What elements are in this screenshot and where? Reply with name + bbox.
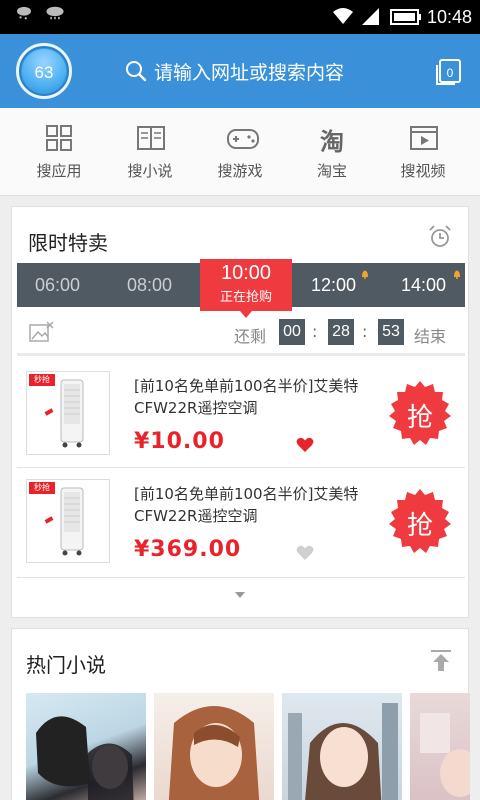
quick-nav-label: 搜视频 xyxy=(400,162,446,180)
grab-button[interactable]: 抢 xyxy=(388,489,452,553)
no-image-icon[interactable] xyxy=(28,321,54,345)
air-cooler-image xyxy=(44,379,84,448)
quick-nav-apps[interactable]: 搜应用 xyxy=(19,108,99,196)
avatar-score: 63 xyxy=(34,63,54,82)
clock: 10:48 xyxy=(426,7,472,27)
active-time-slot[interactable]: 10:00 正在抢购 xyxy=(200,259,292,318)
novel-cover[interactable] xyxy=(26,693,146,800)
grab-label: 抢 xyxy=(406,403,433,433)
hot-novels-title: 热门小说 xyxy=(26,653,106,677)
cover-art xyxy=(288,703,398,800)
countdown-prefix: 还剩 xyxy=(234,327,267,346)
quick-nav-games[interactable]: 搜游戏 xyxy=(200,108,280,196)
cloud-rain-icon xyxy=(46,6,64,20)
book-icon xyxy=(137,126,165,150)
status-bar: 10:48 xyxy=(0,0,480,34)
air-cooler-image xyxy=(44,487,84,556)
product-name: [前10名免单前100名半价]艾美特CFW22R遥控空调 xyxy=(134,485,359,525)
bell-icon xyxy=(454,270,460,279)
quick-nav-taobao[interactable]: 淘 淘宝 xyxy=(292,108,372,196)
countdown-seconds: 53 xyxy=(378,319,404,345)
divider xyxy=(17,577,465,578)
cover-art xyxy=(168,706,260,800)
countdown-suffix: 结束 xyxy=(414,327,447,346)
heart-outline-icon[interactable] xyxy=(296,545,314,561)
wifi-icon xyxy=(333,8,353,24)
browser-header: 63 请输入网址或搜索内容 0 xyxy=(0,34,480,108)
quick-nav: 搜应用 搜小说 搜游戏 淘 淘宝 搜视频 xyxy=(0,108,480,196)
cover-art xyxy=(420,713,470,797)
gamepad-icon xyxy=(227,129,259,149)
active-slot-time: 10:00 xyxy=(220,262,272,284)
quick-nav-label: 淘宝 xyxy=(316,162,347,180)
video-icon xyxy=(410,126,438,150)
quick-nav-label: 搜应用 xyxy=(36,162,82,180)
taobao-icon: 淘 xyxy=(320,128,344,156)
search-icon xyxy=(126,61,147,82)
novel-cover[interactable] xyxy=(154,693,274,800)
product-image: 秒抢 xyxy=(26,371,110,455)
heart-filled-icon[interactable] xyxy=(296,437,314,453)
novel-cover-row xyxy=(26,693,470,800)
search-placeholder: 请输入网址或搜索内容 xyxy=(154,61,345,84)
time-slot[interactable]: 14:00 xyxy=(401,275,446,296)
product-item[interactable]: 秒抢 [前10名免单前100名半价]艾美特CFW22R遥控空调 ¥369.00 … xyxy=(12,473,470,583)
divider xyxy=(17,467,465,468)
cover-art xyxy=(36,716,134,800)
divider xyxy=(17,353,465,356)
bell-icon xyxy=(362,270,368,279)
score-avatar[interactable]: 63 xyxy=(16,43,72,99)
grab-button[interactable]: 抢 xyxy=(388,381,452,445)
quick-nav-video[interactable]: 搜视频 xyxy=(383,108,463,196)
time-slot[interactable]: 12:00 xyxy=(311,275,356,296)
product-price: ¥369.00 xyxy=(134,537,242,562)
countdown-colon: : xyxy=(362,322,368,341)
time-slot[interactable]: 06:00 xyxy=(35,275,80,296)
battery-icon xyxy=(390,9,421,25)
product-item[interactable]: 秒抢 [前10名免单前100名半价]艾美特CFW22R遥控空调 ¥10.00 抢 xyxy=(12,365,470,475)
expand-more-icon[interactable] xyxy=(234,591,246,599)
countdown-colon: : xyxy=(312,322,318,341)
signal-icon xyxy=(362,8,379,25)
product-price: ¥10.00 xyxy=(134,429,225,454)
quick-nav-label: 搜小说 xyxy=(127,162,173,180)
scroll-to-top-icon[interactable] xyxy=(430,649,452,673)
cloud-snow-icon xyxy=(17,6,31,20)
tabs-icon[interactable]: 0 xyxy=(434,56,464,86)
quick-nav-label: 搜游戏 xyxy=(217,162,263,180)
novel-cover[interactable] xyxy=(282,693,402,800)
active-slot-status: 正在抢购 xyxy=(219,290,272,305)
hot-novels-card: 热门小说 xyxy=(11,628,470,800)
product-name: [前10名免单前100名半价]艾美特CFW22R遥控空调 xyxy=(134,377,359,417)
countdown-hours: 00 xyxy=(279,319,305,345)
alarm-clock-icon[interactable] xyxy=(428,225,452,249)
flash-sale-title: 限时特卖 xyxy=(28,231,108,255)
time-slot-bar: 06:00 08:00 10:00 正在抢购 12:00 14:00 xyxy=(17,259,465,318)
flash-sale-card: 限时特卖 06:00 08:00 10:00 正在抢购 12:00 14:00 … xyxy=(11,206,469,618)
countdown-row: 还剩 00 : 28 : 53 结束 xyxy=(12,317,470,351)
search-bar[interactable]: 请输入网址或搜索内容 xyxy=(124,56,344,86)
quick-nav-novels[interactable]: 搜小说 xyxy=(110,108,190,196)
product-image: 秒抢 xyxy=(26,479,110,563)
grab-label: 抢 xyxy=(406,511,433,541)
novel-cover[interactable] xyxy=(410,693,470,800)
countdown-minutes: 28 xyxy=(328,319,354,345)
apps-grid-icon xyxy=(46,125,72,151)
svg-text:0: 0 xyxy=(447,66,454,80)
time-slot[interactable]: 08:00 xyxy=(127,275,172,296)
